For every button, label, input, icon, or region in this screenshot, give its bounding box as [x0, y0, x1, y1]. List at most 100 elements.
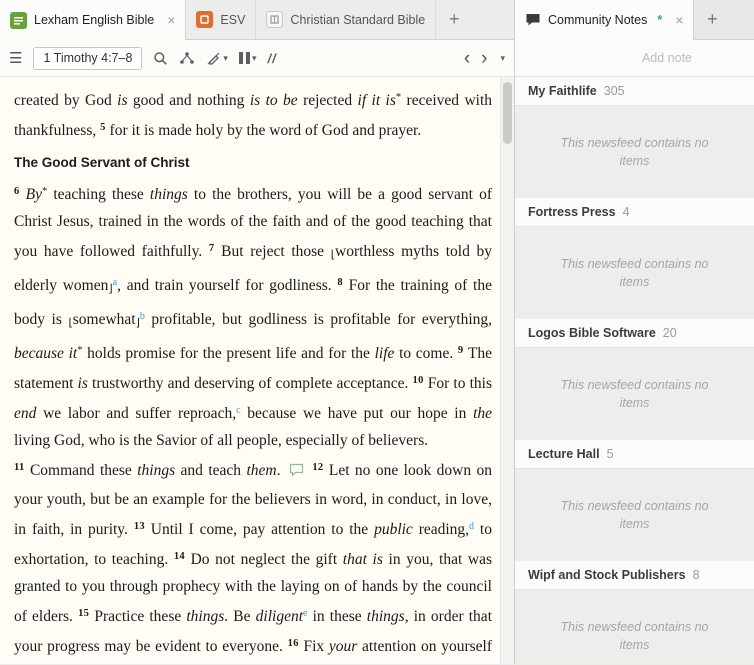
- text-segment: Practice these: [89, 608, 187, 625]
- csb-resource-icon: [266, 11, 284, 28]
- newsfeed-empty-message: This newsfeed contains no items: [560, 256, 709, 289]
- text-segment: things: [366, 608, 405, 625]
- newsfeed-empty-message: This newsfeed contains no items: [560, 377, 709, 410]
- tab-christian-standard-bible[interactable]: Christian Standard Bible: [256, 0, 437, 39]
- text-segment: holds promise for the present life and f…: [82, 345, 375, 362]
- newsfeed-header[interactable]: Wipf and Stock Publishers 8: [515, 561, 754, 590]
- newsfeed-header[interactable]: My Faithlife 305: [515, 77, 754, 106]
- verse-number: 12: [312, 462, 324, 473]
- text-segment: profitable, but godliness is profitable …: [144, 311, 493, 328]
- text-segment: For to this: [423, 375, 493, 392]
- bible-content-row: created by God is good and nothing is to…: [0, 77, 514, 664]
- newsfeed-header[interactable]: Logos Bible Software 20: [515, 319, 754, 348]
- newsfeed-count: 20: [662, 326, 677, 340]
- text-segment: your: [328, 638, 358, 655]
- scrollbar-thumb[interactable]: [503, 82, 512, 144]
- text-segment: things: [137, 462, 176, 479]
- newsfeed-count: 4: [622, 205, 630, 219]
- community-notes-icon: [525, 13, 541, 27]
- text-segment: end: [14, 405, 37, 422]
- verse-number: 14: [173, 551, 185, 562]
- text-segment: things: [186, 608, 225, 625]
- chevron-down-icon: ▾: [251, 52, 257, 63]
- columns-control[interactable]: ▾: [238, 52, 257, 64]
- verse-number: 16: [287, 638, 299, 649]
- text-segment: in these: [307, 608, 367, 625]
- text-segment: diligent: [255, 608, 304, 625]
- newsfeed-empty-message: This newsfeed contains no items: [560, 498, 709, 531]
- tab-esv[interactable]: ESV: [186, 0, 257, 39]
- text-segment: Until I come, pay attention to the: [144, 521, 375, 538]
- visual-filters-icon: [206, 51, 221, 66]
- text-segment: By: [19, 186, 43, 203]
- text-segment: because it: [14, 345, 78, 362]
- newsfeed-name: Wipf and Stock Publishers: [528, 568, 686, 582]
- text-segment: good and nothing: [127, 92, 250, 109]
- text-segment: reading,: [412, 521, 470, 538]
- tab-community-notes[interactable]: Community Notes * ×: [515, 0, 695, 40]
- close-icon[interactable]: ×: [167, 13, 175, 27]
- bible-scrollbar[interactable]: [500, 77, 514, 664]
- text-segment: .: [276, 462, 286, 479]
- tab-lexham-english-bible[interactable]: Lexham English Bible ×: [0, 0, 187, 40]
- text-segment: But reject those: [214, 243, 331, 260]
- notes-toolbar: Add note: [515, 40, 754, 77]
- corresponding-words-icon[interactable]: [179, 51, 195, 65]
- text-segment: because we have put our hope in: [240, 405, 474, 422]
- community-notes-panel: Add note My Faithlife 305 This newsfeed co…: [514, 40, 754, 664]
- verse-number: 15: [78, 608, 90, 619]
- panel-menu-icon[interactable]: ☰: [9, 49, 22, 67]
- tab-label: Christian Standard Bible: [290, 12, 426, 27]
- esv-resource-icon: [196, 11, 214, 28]
- tab-bar: Lexham English Bible × ESV Christian Sta…: [0, 0, 754, 40]
- reference-box[interactable]: 1 Timothy 4:7–8: [33, 46, 143, 70]
- newsfeed-empty-message: This newsfeed contains no items: [560, 619, 709, 652]
- verse-number: 13: [133, 521, 145, 532]
- newsfeed-name: Lecture Hall: [528, 447, 600, 461]
- forward-icon[interactable]: ›: [481, 49, 487, 68]
- back-icon[interactable]: ‹: [464, 49, 470, 68]
- newsfeed-empty-message: This newsfeed contains no items: [560, 135, 709, 168]
- text-segment: Do not neglect the gift: [184, 551, 343, 568]
- search-icon[interactable]: [153, 51, 168, 66]
- tab-label: Community Notes: [548, 13, 648, 27]
- verse-number: 11: [14, 462, 25, 473]
- leb-resource-icon: [10, 11, 27, 29]
- close-icon[interactable]: ×: [675, 13, 683, 27]
- newsfeed-list: My Faithlife 305 This newsfeed contains no…: [515, 77, 754, 664]
- unsaved-indicator: *: [657, 13, 663, 27]
- newsfeed-count: 8: [692, 568, 700, 582]
- parallel-passages-icon[interactable]: //: [267, 51, 276, 66]
- new-tab-button-right[interactable]: +: [694, 0, 730, 39]
- visual-filters-control[interactable]: ▾: [206, 51, 228, 66]
- text-segment: is to be: [249, 92, 298, 109]
- newsfeed-name: My Faithlife: [528, 84, 597, 98]
- bible-toolbar: ☰ 1 Timothy 4:7–8 ▾ ▾ // ‹ › ▾: [0, 40, 514, 77]
- text-segment: trustworthy and deserving of complete ac…: [87, 375, 413, 392]
- text-segment: them: [246, 462, 277, 479]
- newsfeed-header[interactable]: Fortress Press 4: [515, 198, 754, 227]
- text-segment: to come.: [394, 345, 458, 362]
- text-segment: Fix: [298, 638, 329, 655]
- text-segment: created by God: [14, 92, 118, 109]
- bible-paragraph: 6 By* teaching these things to the broth…: [14, 178, 492, 454]
- history-nav: ‹ › ▾: [464, 49, 505, 68]
- add-note-button[interactable]: Add note: [642, 51, 692, 65]
- text-segment: rejected: [297, 92, 358, 109]
- newsfeed-header[interactable]: Lecture Hall 5: [515, 440, 754, 469]
- text-segment: and teach: [175, 462, 247, 479]
- text-segment: . Be: [224, 608, 256, 625]
- main-row: ☰ 1 Timothy 4:7–8 ▾ ▾ // ‹ › ▾ created b…: [0, 40, 754, 664]
- chevron-down-icon: ▾: [223, 52, 228, 63]
- history-caret-icon[interactable]: ▾: [500, 53, 505, 64]
- bible-text: created by God is good and nothing is to…: [0, 77, 500, 664]
- new-tab-button[interactable]: +: [436, 0, 472, 39]
- tab-label: Lexham English Bible: [34, 13, 155, 27]
- section-heading: The Good Servant of Christ: [14, 155, 190, 170]
- text-segment: things: [149, 186, 188, 203]
- text-segment: that is: [342, 551, 383, 568]
- text-segment: life: [374, 345, 395, 362]
- text-segment: is: [77, 375, 88, 392]
- community-note-icon[interactable]: [289, 459, 304, 486]
- verse-number: 10: [412, 375, 424, 386]
